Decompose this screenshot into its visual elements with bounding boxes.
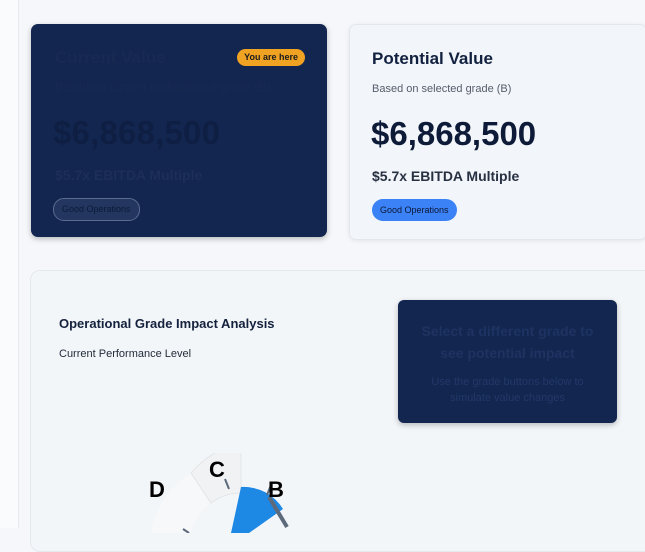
potential-value-card: Potential Value Based on selected grade …: [349, 24, 645, 240]
grade-gauge-dial: [151, 442, 289, 534]
tooltip-body: Use the grade buttons below to simulate …: [431, 376, 584, 404]
potential-value-subtitle: Based on selected grade (B): [372, 83, 512, 95]
potential-value-amount: $6,868,500: [371, 115, 537, 152]
potential-ebitda-multiple: $5.7x EBITDA Multiple: [372, 168, 520, 184]
current-value-amount: $6,868,500: [53, 114, 221, 151]
current-value-title: Current Value: [55, 48, 166, 67]
grade-impact-card: Operational Grade Impact Analysis Curren…: [30, 270, 645, 552]
tooltip-title: Select a different grade to see potentia…: [421, 323, 594, 361]
current-ebitda-multiple: $5.7x EBITDA Multiple: [55, 167, 203, 183]
performance-level-label: Current Performance Level: [59, 348, 192, 360]
current-value-card: Current Value You are here Based on curr…: [31, 24, 327, 237]
grade-gauge: D C B: [149, 442, 331, 534]
potential-value-title: Potential Value: [372, 49, 493, 68]
grade-label-c[interactable]: C: [209, 457, 225, 483]
you-are-here-badge: You are here: [237, 49, 305, 66]
grade-hint-tooltip: Select a different grade to see potentia…: [398, 300, 617, 423]
potential-operations-badge: Good Operations: [372, 199, 457, 221]
grade-label-b[interactable]: B: [268, 477, 284, 503]
analysis-title: Operational Grade Impact Analysis: [59, 316, 275, 331]
current-operations-badge: Good Operations: [53, 198, 140, 221]
grade-label-d[interactable]: D: [149, 477, 165, 503]
current-value-subtitle: Based on current performance grade (B): [55, 80, 271, 94]
left-rail: [0, 0, 19, 528]
